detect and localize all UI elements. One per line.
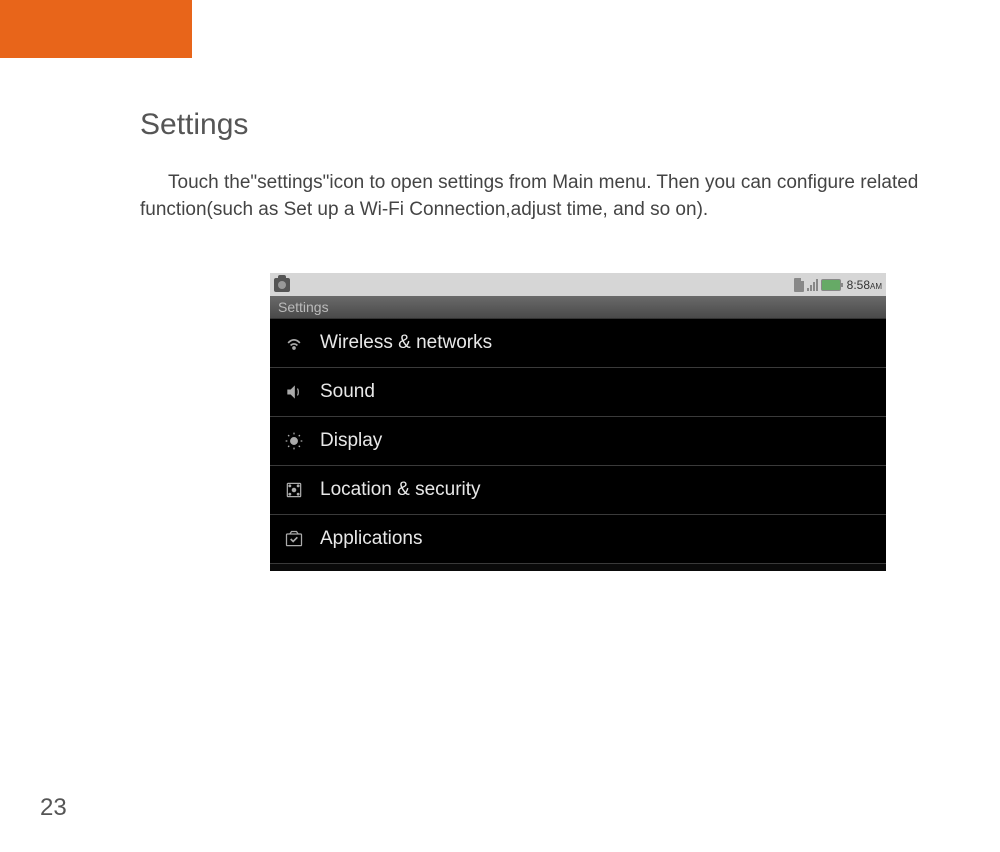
- battery-icon: [821, 279, 841, 291]
- settings-item-label: Location & security: [320, 479, 481, 501]
- settings-item-display[interactable]: Display: [270, 417, 886, 466]
- page-description: Touch the"settings"icon to open settings…: [140, 170, 1000, 223]
- apps-icon: [282, 527, 306, 551]
- orange-header-block: [0, 0, 192, 58]
- settings-item-label: Sound: [320, 381, 375, 403]
- page-number: 23: [40, 794, 67, 822]
- sound-icon: [282, 380, 306, 404]
- settings-item-sound[interactable]: Sound: [270, 368, 886, 417]
- camera-icon: [274, 278, 290, 292]
- location-icon: [282, 478, 306, 502]
- settings-item-label: Display: [320, 430, 382, 452]
- status-bar: 8:58AM: [270, 273, 886, 296]
- settings-item-wireless[interactable]: Wireless & networks: [270, 319, 886, 368]
- settings-item-applications[interactable]: Applications: [270, 515, 886, 563]
- list-bottom-strip: [270, 563, 886, 571]
- wifi-icon: [282, 331, 306, 355]
- page-title: Settings: [140, 108, 1000, 142]
- settings-list: Wireless & networks Sound: [270, 319, 886, 563]
- sd-card-icon: [794, 278, 804, 292]
- display-icon: [282, 429, 306, 453]
- settings-item-label: Applications: [320, 528, 422, 550]
- settings-item-location[interactable]: Location & security: [270, 466, 886, 515]
- android-settings-screenshot: 8:58AM Settings Wireless & networks: [270, 273, 886, 571]
- status-time: 8:58AM: [847, 278, 882, 292]
- settings-item-label: Wireless & networks: [320, 332, 492, 354]
- settings-screen-header: Settings: [270, 296, 886, 319]
- signal-icon: [807, 279, 818, 291]
